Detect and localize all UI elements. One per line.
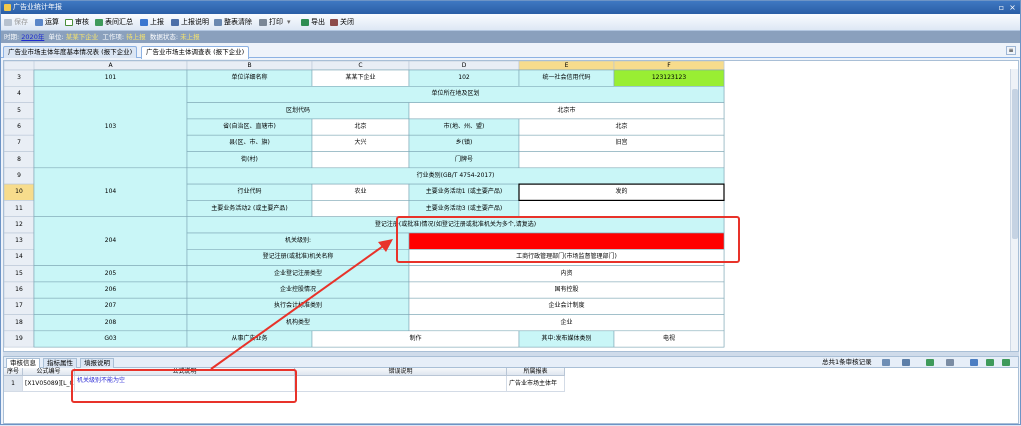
report-window: 广告业统计年报 ▫ × 保存 运算 审核 表间汇总 上报 上报说明 整表清除 打… — [0, 0, 1021, 425]
arrow-head — [378, 239, 393, 252]
annotation-arrow — [210, 239, 393, 370]
arrow-line — [210, 243, 387, 370]
